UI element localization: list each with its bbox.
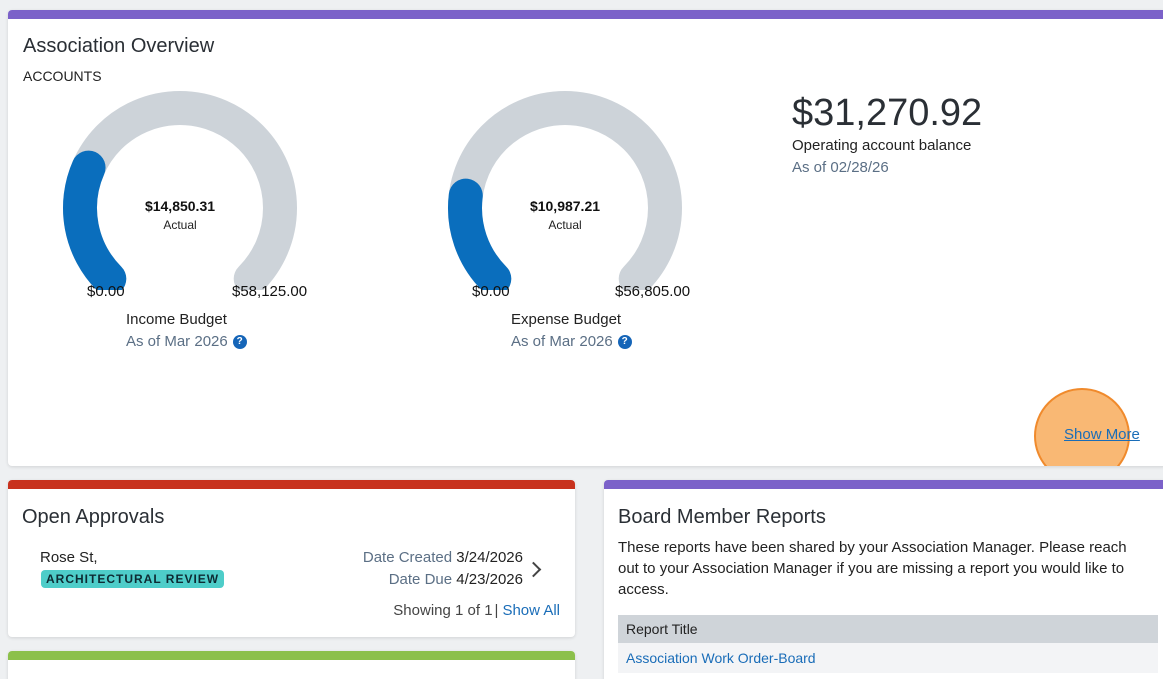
expense-as-of-text: As of Mar 2026 bbox=[511, 333, 613, 350]
operating-balance-as-of: As of 02/28/26 bbox=[792, 159, 889, 176]
chevron-right-icon[interactable] bbox=[525, 561, 542, 578]
reports-title: Board Member Reports bbox=[618, 506, 826, 528]
expense-actual-label: Actual bbox=[548, 218, 582, 232]
help-icon[interactable]: ? bbox=[232, 334, 247, 349]
approvals-pagination: Showing 1 of 1 | Show All bbox=[393, 602, 560, 619]
accounts-section-label: ACCOUNTS bbox=[23, 68, 102, 84]
help-icon[interactable]: ? bbox=[617, 334, 632, 349]
income-actual-value: $14,850.31 bbox=[144, 198, 216, 214]
income-budget-name: Income Budget bbox=[126, 311, 227, 328]
association-overview-card: Association Overview ACCOUNTS $14,850.31… bbox=[8, 10, 1163, 466]
approval-location: Rose St, bbox=[40, 549, 98, 566]
overview-accent-bar bbox=[8, 10, 1163, 19]
date-due-value: 4/23/2026 bbox=[456, 571, 523, 588]
expense-budget-name: Expense Budget bbox=[511, 311, 622, 328]
show-all-link[interactable]: Show All bbox=[502, 602, 560, 619]
expense-min-label: $0.00 bbox=[472, 283, 510, 300]
partial-card-accent-bar bbox=[8, 651, 575, 660]
status-badge: ARCHITECTURAL REVIEW bbox=[41, 570, 225, 588]
partial-card bbox=[8, 651, 575, 679]
expense-max-label: $56,805.00 bbox=[615, 283, 691, 300]
income-as-of: As of Mar 2026 ? bbox=[126, 333, 247, 350]
date-created-value: 3/24/2026 bbox=[456, 549, 523, 566]
income-gauge-chart bbox=[63, 91, 297, 290]
income-budget-gauge: $14,850.31 Actual $0.00 $58,125.00 Incom… bbox=[60, 90, 360, 370]
expense-gauge-chart bbox=[448, 91, 682, 290]
expense-budget-gauge: $10,987.21 Actual $0.00 $56,805.00 Expen… bbox=[445, 90, 745, 370]
reports-accent-bar bbox=[604, 480, 1163, 489]
report-link-row[interactable]: Association Work Order-Board bbox=[618, 643, 1158, 673]
open-approvals-card: Open Approvals Rose St, ARCHITECTURAL RE… bbox=[8, 480, 575, 637]
date-due: Date Due 4/23/2026 bbox=[389, 571, 523, 588]
date-due-label: Date Due bbox=[388, 571, 453, 588]
income-actual-label: Actual bbox=[163, 218, 197, 232]
approvals-title: Open Approvals bbox=[22, 506, 165, 528]
income-max-label: $58,125.00 bbox=[232, 283, 308, 300]
approvals-accent-bar bbox=[8, 480, 575, 489]
show-more-link[interactable]: Show More bbox=[1064, 426, 1140, 443]
report-title-column-header: Report Title bbox=[618, 615, 1158, 643]
operating-balance-label: Operating account balance bbox=[792, 137, 972, 154]
income-min-label: $0.00 bbox=[87, 283, 125, 300]
pagination-divider: | bbox=[494, 602, 499, 619]
operating-balance-amount: $31,270.92 bbox=[792, 92, 983, 134]
date-created-label: Date Created bbox=[362, 549, 453, 566]
overview-title: Association Overview bbox=[23, 35, 215, 57]
board-member-reports-card: Board Member Reports These reports have … bbox=[604, 480, 1163, 679]
income-as-of-text: As of Mar 2026 bbox=[126, 333, 228, 350]
expense-as-of: As of Mar 2026 ? bbox=[511, 333, 632, 350]
reports-description: These reports have been shared by your A… bbox=[618, 539, 1127, 598]
expense-actual-value: $10,987.21 bbox=[529, 198, 601, 214]
showing-count: Showing 1 of 1 bbox=[393, 602, 493, 619]
date-created: Date Created 3/24/2026 bbox=[363, 549, 523, 566]
